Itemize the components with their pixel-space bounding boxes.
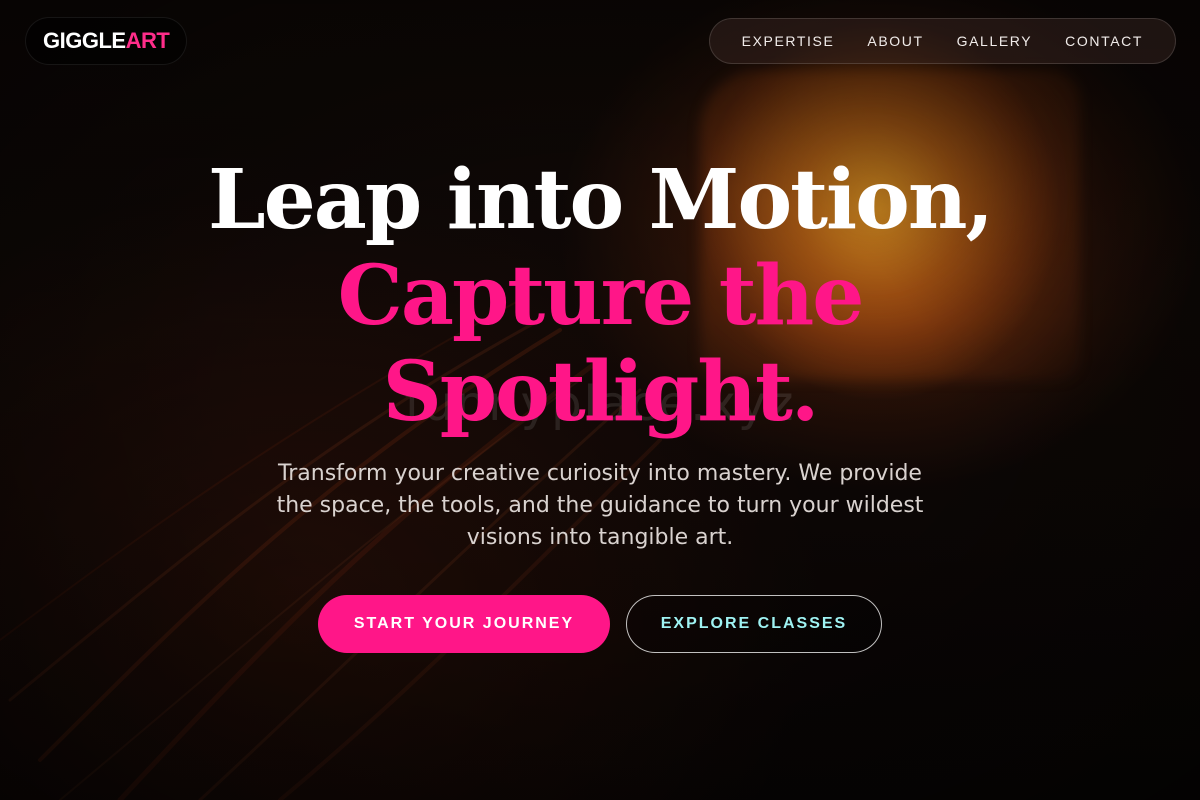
- logo-text-art: ART: [125, 28, 170, 53]
- main-nav: EXPERTISE ABOUT GALLERY CONTACT: [708, 18, 1176, 64]
- hero-title-line2: Capture the: [337, 248, 865, 344]
- hero-title-line1: Leap into Motion,: [207, 152, 994, 248]
- hero-title: Leap into Motion, Capture the Spotlight.: [0, 152, 1200, 440]
- explore-classes-button[interactable]: EXPLORE CLASSES: [626, 595, 882, 653]
- logo[interactable]: GIGGLE ART: [25, 17, 188, 65]
- hero-title-line3: Spotlight.: [382, 344, 820, 440]
- nav-link-contact[interactable]: CONTACT: [1065, 33, 1143, 49]
- nav-link-about[interactable]: ABOUT: [867, 33, 923, 49]
- hero-subtitle: Transform your creative curiosity into m…: [276, 461, 924, 550]
- nav-link-expertise[interactable]: EXPERTISE: [742, 33, 835, 49]
- logo-text-giggle: GIGGLE: [43, 28, 126, 53]
- landing-page: funnyplace.xyz GIGGLE ART EXPERTISE ABOUT…: [0, 0, 1200, 800]
- nav-link-gallery[interactable]: GALLERY: [957, 33, 1033, 49]
- start-journey-button[interactable]: START YOUR JOURNEY: [318, 595, 610, 653]
